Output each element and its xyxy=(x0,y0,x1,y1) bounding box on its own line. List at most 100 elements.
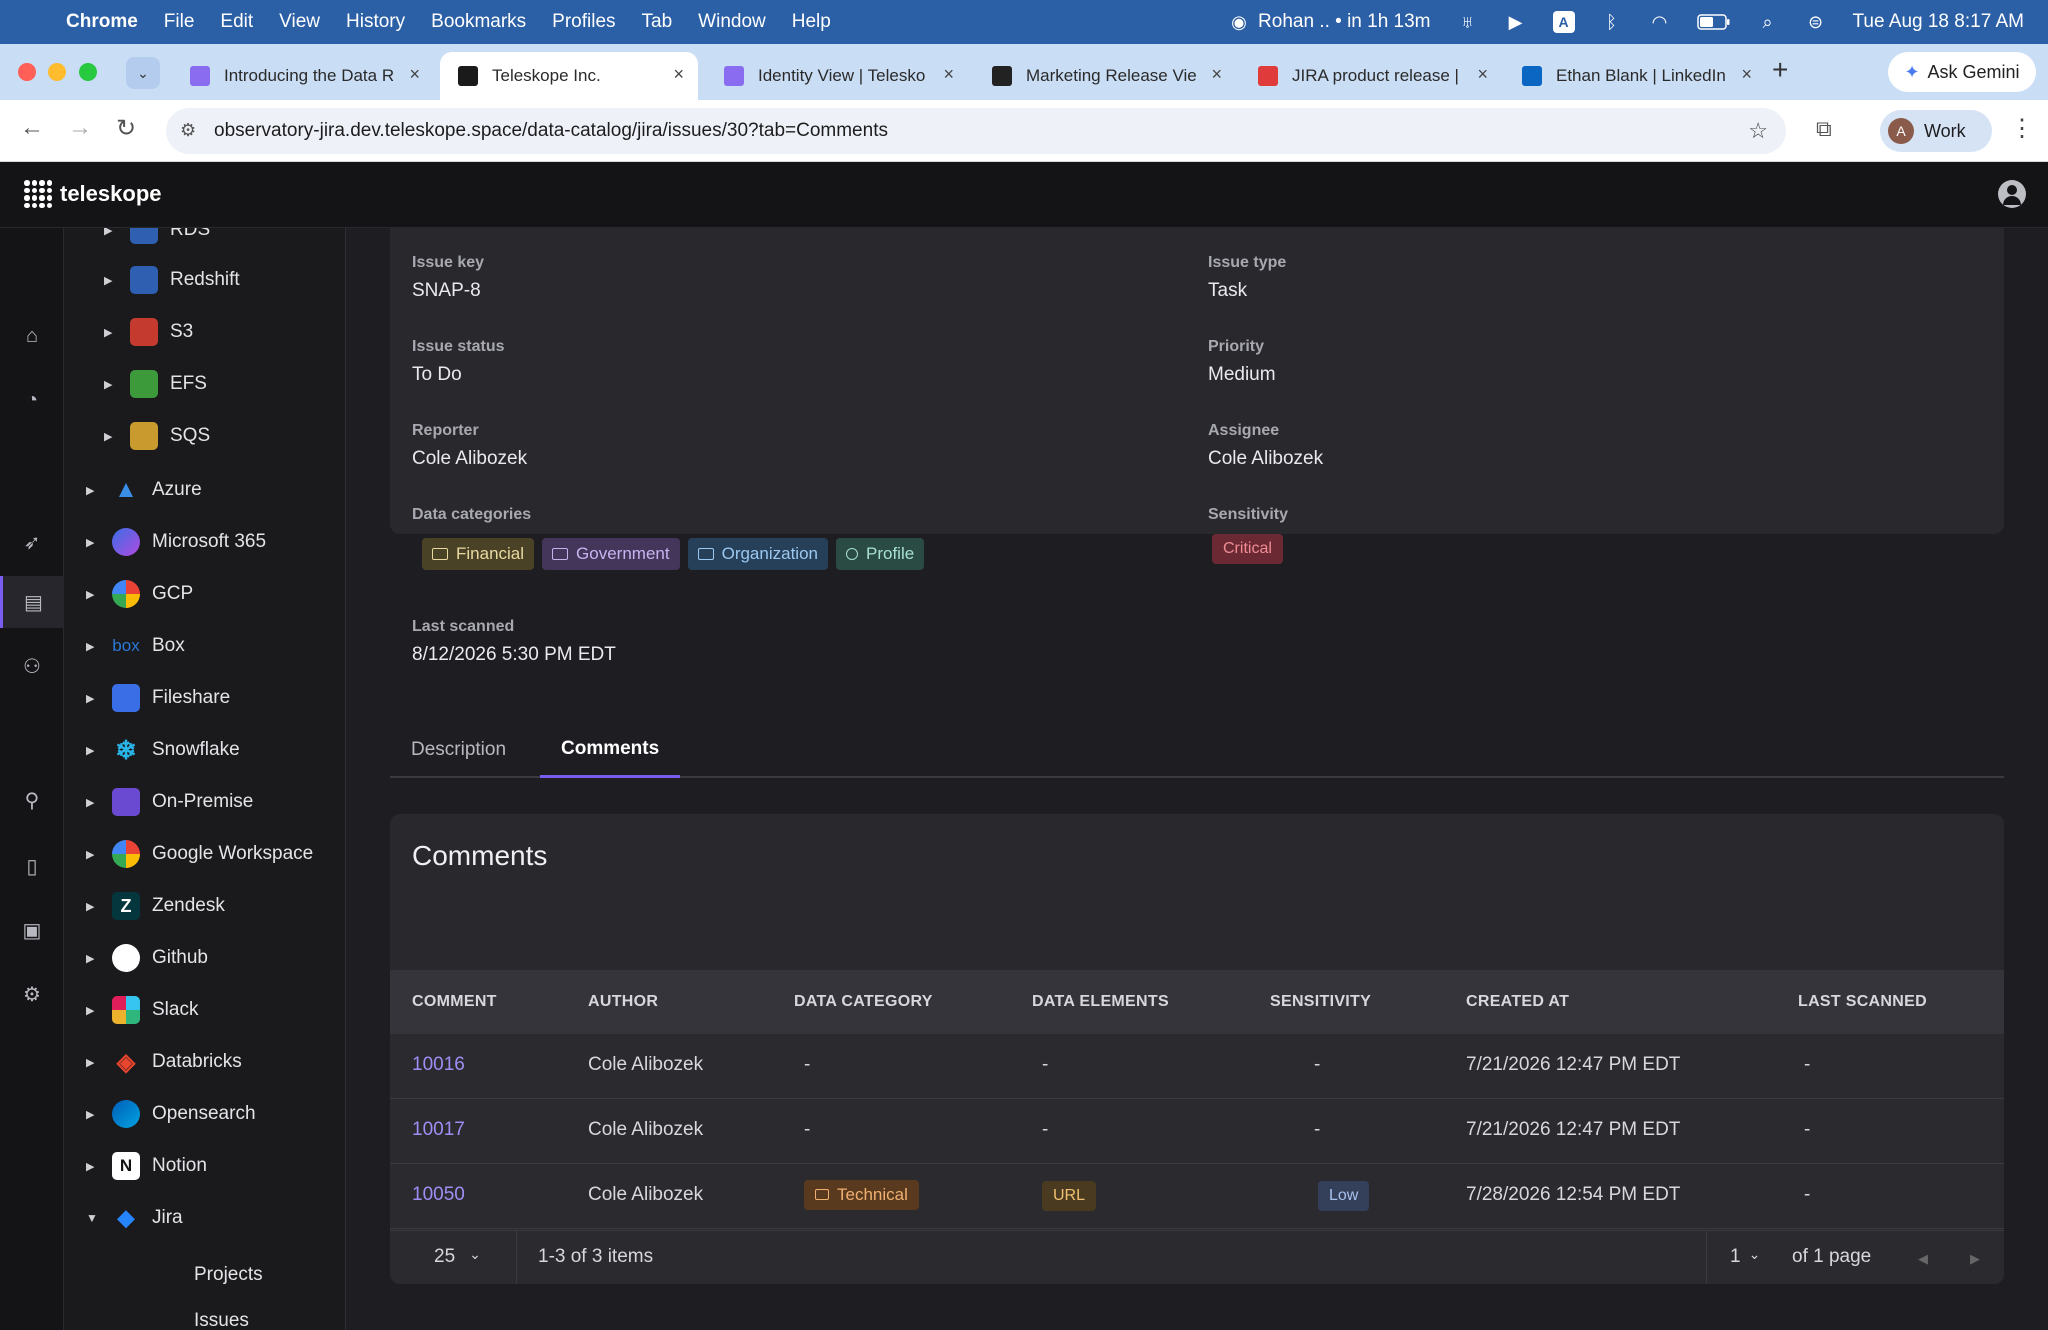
tab-close-icon[interactable]: × xyxy=(409,64,420,85)
column-data-category[interactable]: DATA CATEGORY xyxy=(794,993,933,1011)
tree-item-s3[interactable]: ▶ S3 xyxy=(104,312,193,352)
tree-item-github[interactable]: ▶ Github xyxy=(86,938,208,978)
tree-item-efs[interactable]: ▶ EFS xyxy=(104,364,207,404)
caret-right-icon[interactable]: ▶ xyxy=(86,692,102,705)
tree-item-snowflake[interactable]: ▶ ❄ Snowflake xyxy=(86,730,240,770)
window-close-button[interactable] xyxy=(18,63,36,81)
insights-icon[interactable]: ◔ xyxy=(0,374,64,426)
caret-right-icon[interactable]: ▶ xyxy=(86,744,102,757)
browser-tab[interactable]: Marketing Release Vie × xyxy=(974,52,1236,100)
caret-right-icon[interactable]: ▶ xyxy=(104,228,120,237)
menu-history[interactable]: History xyxy=(346,11,405,33)
settings-gear-icon[interactable]: ⚙ xyxy=(0,968,64,1020)
column-last-scanned[interactable]: LAST SCANNED xyxy=(1798,993,1927,1011)
caret-down-icon[interactable]: ▼ xyxy=(86,1211,102,1225)
bookmark-star-icon[interactable]: ☆ xyxy=(1748,118,1768,144)
tab-comments[interactable]: Comments xyxy=(540,722,681,778)
column-created-at[interactable]: CREATED AT xyxy=(1466,993,1569,1011)
caret-right-icon[interactable]: ▶ xyxy=(104,326,120,339)
play-status-icon[interactable]: ▶ xyxy=(1505,11,1527,33)
tree-item-jira-issues[interactable]: Issues xyxy=(194,1310,249,1330)
launch-rocket-icon[interactable]: ➶ xyxy=(0,516,64,568)
tree-item-jira[interactable]: ▼ ◆ Jira xyxy=(86,1198,183,1238)
category-chip-government[interactable]: Government xyxy=(542,538,680,570)
caret-right-icon[interactable]: ▶ xyxy=(104,430,120,443)
next-page-icon[interactable]: ▶ xyxy=(1970,1251,1980,1267)
browser-tab-active[interactable]: Teleskope Inc. × xyxy=(440,52,698,100)
caret-right-icon[interactable]: ▶ xyxy=(86,1004,102,1017)
caret-right-icon[interactable]: ▶ xyxy=(86,848,102,861)
menu-profiles[interactable]: Profiles xyxy=(552,11,615,33)
site-info-icon[interactable]: ⚙ xyxy=(180,120,196,141)
comment-id-link[interactable]: 10016 xyxy=(412,1054,465,1076)
profile-button[interactable]: A Work xyxy=(1880,110,1992,152)
page-size-select[interactable]: 25 ⌄ xyxy=(434,1246,481,1268)
category-chip-financial[interactable]: Financial xyxy=(422,538,535,570)
browser-tab[interactable]: Ethan Blank | LinkedIn × xyxy=(1504,52,1766,100)
teleskope-logo[interactable]: teleskope xyxy=(24,180,162,208)
menu-view[interactable]: View xyxy=(279,11,320,33)
tree-item-rds[interactable]: ▶ RDS xyxy=(104,228,210,250)
input-source-icon[interactable]: A xyxy=(1552,11,1575,33)
column-data-elements[interactable]: DATA ELEMENTS xyxy=(1032,993,1169,1011)
forward-arrow-icon[interactable]: → xyxy=(68,114,92,142)
extensions-puzzle-icon[interactable]: ⧉ xyxy=(1816,116,1832,142)
menu-tab[interactable]: Tab xyxy=(642,11,673,33)
column-sensitivity[interactable]: SENSITIVITY xyxy=(1270,993,1371,1011)
tree-item-microsoft-365[interactable]: ▶ Microsoft 365 xyxy=(86,522,266,562)
bluetooth-icon[interactable]: ᛒ xyxy=(1601,11,1623,33)
tab-close-icon[interactable]: × xyxy=(1211,64,1222,85)
caret-right-icon[interactable]: ▶ xyxy=(104,274,120,287)
browser-tab[interactable]: JIRA product release | × xyxy=(1240,52,1502,100)
menubar-clock[interactable]: Tue Aug 18 8:17 AM xyxy=(1853,11,2024,33)
tree-item-notion[interactable]: ▶ N Notion xyxy=(86,1146,207,1186)
data-catalog-icon[interactable]: ▤ xyxy=(0,576,64,628)
tree-item-sqs[interactable]: ▶ SQS xyxy=(104,416,210,456)
previous-page-icon[interactable]: ◀ xyxy=(1918,1251,1928,1267)
tree-item-zendesk[interactable]: ▶ Z Zendesk xyxy=(86,886,225,926)
tree-item-fileshare[interactable]: ▶ Fileshare xyxy=(86,678,230,718)
caret-right-icon[interactable]: ▶ xyxy=(86,588,102,601)
meeting-status[interactable]: Rohan .. • in 1h 13m xyxy=(1258,11,1430,33)
tree-item-slack[interactable]: ▶ Slack xyxy=(86,990,198,1030)
back-arrow-icon[interactable]: ← xyxy=(20,114,44,142)
caret-right-icon[interactable]: ▶ xyxy=(86,640,102,653)
column-author[interactable]: AUTHOR xyxy=(588,993,658,1011)
comment-id-link[interactable]: 10017 xyxy=(412,1119,465,1141)
caret-right-icon[interactable]: ▶ xyxy=(86,1160,102,1173)
caret-right-icon[interactable]: ▶ xyxy=(86,952,102,965)
caret-right-icon[interactable]: ▶ xyxy=(86,536,102,549)
window-zoom-button[interactable] xyxy=(79,63,97,81)
tab-close-icon[interactable]: × xyxy=(673,64,684,85)
tree-item-on-premise[interactable]: ▶ On-Premise xyxy=(86,782,253,822)
tree-item-databricks[interactable]: ▶ ◈ Databricks xyxy=(86,1042,242,1082)
document-icon[interactable]: ▯ xyxy=(0,840,64,892)
column-comment[interactable]: COMMENT xyxy=(412,993,497,1011)
status-app-icon[interactable]: ♅ xyxy=(1457,11,1479,33)
policy-icon[interactable]: ▣ xyxy=(0,904,64,956)
new-tab-button[interactable]: + xyxy=(1772,54,1788,86)
menu-app-name[interactable]: Chrome xyxy=(66,11,138,33)
menu-help[interactable]: Help xyxy=(792,11,831,33)
tree-item-azure[interactable]: ▶ ▲ Azure xyxy=(86,470,202,510)
spotlight-search-icon[interactable]: ⌕ xyxy=(1757,11,1779,33)
address-bar-input[interactable]: ⚙ observatory-jira.dev.teleskope.space/d… xyxy=(166,108,1786,154)
users-icon[interactable]: ⚇ xyxy=(0,640,64,692)
page-select[interactable]: 1 ⌄ xyxy=(1730,1246,1760,1268)
comment-id-link[interactable]: 10050 xyxy=(412,1184,465,1206)
tab-close-icon[interactable]: × xyxy=(943,64,954,85)
tree-item-box[interactable]: ▶ box Box xyxy=(86,626,185,666)
caret-right-icon[interactable]: ▶ xyxy=(86,900,102,913)
caret-right-icon[interactable]: ▶ xyxy=(86,1056,102,1069)
battery-icon[interactable] xyxy=(1696,11,1731,33)
menu-bookmarks[interactable]: Bookmarks xyxy=(431,11,526,33)
control-center-icon[interactable]: ⊜ xyxy=(1805,11,1827,33)
browser-tab[interactable]: Identity View | Telesko × xyxy=(706,52,968,100)
tab-close-icon[interactable]: × xyxy=(1477,64,1488,85)
user-account-icon[interactable] xyxy=(1998,180,2026,208)
workflow-icon[interactable]: ⚲ xyxy=(0,774,64,826)
tree-item-jira-projects[interactable]: Projects xyxy=(194,1264,263,1286)
window-minimize-button[interactable] xyxy=(48,63,66,81)
reload-icon[interactable]: ↻ xyxy=(116,114,136,143)
caret-right-icon[interactable]: ▶ xyxy=(104,378,120,391)
